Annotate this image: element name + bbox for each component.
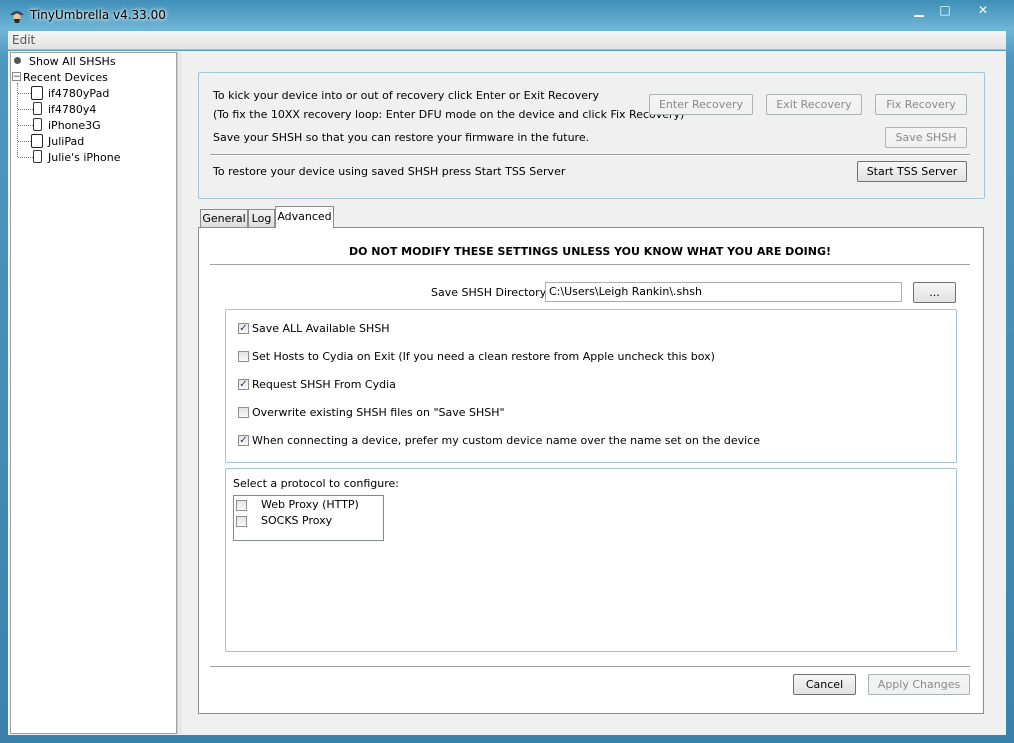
divider (210, 154, 970, 156)
save-shsh-button[interactable]: Save SHSH (885, 127, 967, 148)
checkmark-icon: ✓ (239, 323, 248, 334)
set-hosts-checkbox[interactable] (238, 351, 249, 362)
checkmark-icon: ✓ (239, 379, 248, 390)
menu-bar: Edit (8, 31, 1006, 50)
tree-connector (17, 83, 18, 157)
prefer-custom-name-checkbox[interactable]: ✓ (238, 435, 249, 446)
collapse-box-icon[interactable]: − (12, 72, 21, 82)
protocol-item[interactable]: SOCKS Proxy (261, 514, 332, 527)
iphone-icon (33, 118, 42, 131)
save-shsh-instruction: Save your SHSH so that you can restore y… (213, 131, 590, 144)
close-icon: ✕ (977, 3, 989, 17)
exit-recovery-button[interactable]: Exit Recovery (766, 94, 862, 115)
warning-text: DO NOT MODIFY THESE SETTINGS UNLESS YOU … (348, 245, 832, 258)
option-label[interactable]: Save ALL Available SHSH (252, 322, 390, 335)
enter-recovery-button[interactable]: Enter Recovery (649, 94, 753, 115)
tree-item-label: if4780y4 (48, 103, 97, 116)
web-proxy-checkbox[interactable] (236, 500, 247, 511)
pane-splitter[interactable] (177, 52, 182, 734)
tree-item-label: Julie's iPhone (48, 151, 121, 164)
ipad-icon (31, 86, 43, 100)
checkmark-icon: ✓ (239, 435, 248, 446)
title-bar[interactable]: TinyUmbrella v4.33.00 ▁ □ ✕ (0, 0, 1014, 30)
tree-connector (18, 157, 33, 158)
iphone-icon (33, 150, 42, 163)
tree-item-label: Show All SHSHs (29, 55, 116, 68)
tree-item-label: JuliPad (48, 135, 85, 148)
tree-item-label: iPhone3G (48, 119, 101, 132)
recovery-instruction: To kick your device into or out of recov… (213, 89, 600, 102)
divider (210, 264, 970, 266)
option-label[interactable]: When connecting a device, prefer my cust… (252, 434, 760, 447)
shsh-directory-label: Save SHSH Directory: (431, 286, 550, 299)
maximize-button[interactable]: □ (934, 2, 956, 20)
tab-log[interactable]: Log (248, 209, 275, 228)
iphone-icon (33, 102, 42, 115)
start-tss-server-button[interactable]: Start TSS Server (857, 161, 967, 182)
browse-button[interactable]: ... (913, 282, 956, 303)
tab-general[interactable]: General (200, 209, 248, 228)
shsh-directory-field[interactable]: C:\Users\Leigh Rankin\.shsh (545, 282, 902, 302)
cancel-button[interactable]: Cancel (793, 674, 856, 695)
dot-icon (14, 57, 21, 64)
tab-advanced[interactable]: Advanced (275, 206, 334, 228)
option-label[interactable]: Set Hosts to Cydia on Exit (If you need … (252, 350, 715, 363)
minimize-button[interactable]: ▁ (908, 2, 930, 20)
protocol-item[interactable]: Web Proxy (HTTP) (261, 498, 359, 511)
maximize-icon: □ (939, 3, 951, 17)
protocol-label: Select a protocol to configure: (233, 477, 399, 490)
menu-item-edit[interactable]: Edit (12, 33, 35, 47)
socks-proxy-checkbox[interactable] (236, 516, 247, 527)
umbrella-app-icon (9, 7, 25, 23)
window-title: TinyUmbrella v4.33.00 (30, 8, 166, 22)
tree-connector (18, 109, 33, 110)
fix-recovery-instruction: (To fix the 10XX recovery loop: Enter DF… (213, 108, 685, 121)
overwrite-shsh-checkbox[interactable] (238, 407, 249, 418)
apply-changes-button[interactable]: Apply Changes (868, 674, 970, 695)
tree-item-label: Recent Devices (23, 71, 108, 84)
tss-instruction: To restore your device using saved SHSH … (213, 165, 566, 178)
divider (210, 666, 970, 668)
request-shsh-cydia-checkbox[interactable]: ✓ (238, 379, 249, 390)
option-label[interactable]: Request SHSH From Cydia (252, 378, 396, 391)
close-button[interactable]: ✕ (970, 2, 996, 20)
device-tree[interactable]: Show All SHSHs − Recent Devices if4780yP… (10, 52, 177, 734)
fix-recovery-button[interactable]: Fix Recovery (875, 94, 967, 115)
tree-connector (18, 125, 33, 126)
ipad-icon (31, 134, 43, 148)
minimize-icon: ▁ (914, 3, 924, 17)
tree-item-label: if4780yPad (48, 87, 110, 100)
option-label[interactable]: Overwrite existing SHSH files on "Save S… (252, 406, 505, 419)
save-all-shsh-checkbox[interactable]: ✓ (238, 323, 249, 334)
